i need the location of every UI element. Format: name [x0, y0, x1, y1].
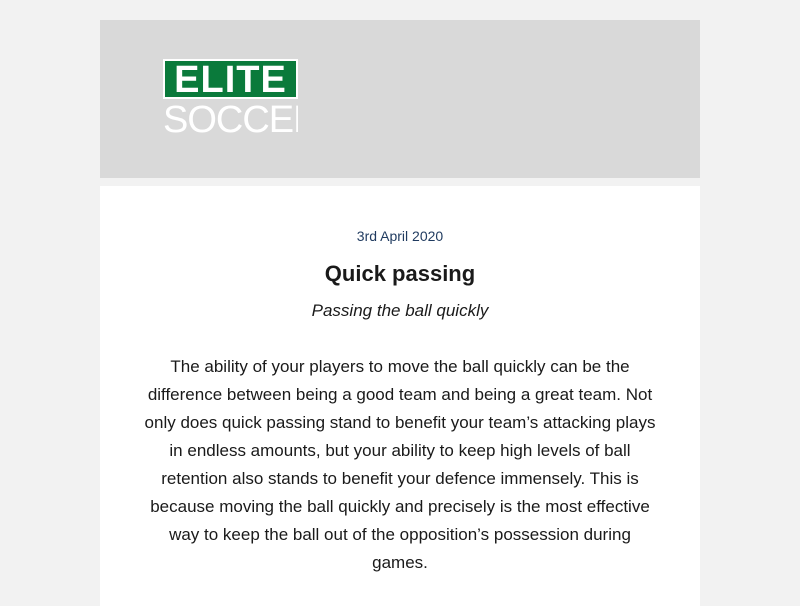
elite-soccer-logo[interactable]: ELITE SOCCER	[163, 59, 298, 139]
article-content: 3rd April 2020 Quick passing Passing the…	[100, 186, 700, 606]
email-container: ELITE SOCCER 3rd April 2020 Quick passin…	[100, 20, 700, 606]
header-divider	[100, 178, 700, 186]
article-subtitle: Passing the ball quickly	[311, 301, 489, 320]
article-title: Quick passing	[324, 261, 476, 286]
article-date: 3rd April 2020	[356, 228, 444, 244]
article-body: The ability of your players to move the …	[144, 357, 656, 572]
email-header: ELITE SOCCER	[100, 20, 700, 178]
logo-elite-text: ELITE	[163, 59, 298, 99]
logo-soccer-text: SOCCER	[163, 101, 298, 139]
